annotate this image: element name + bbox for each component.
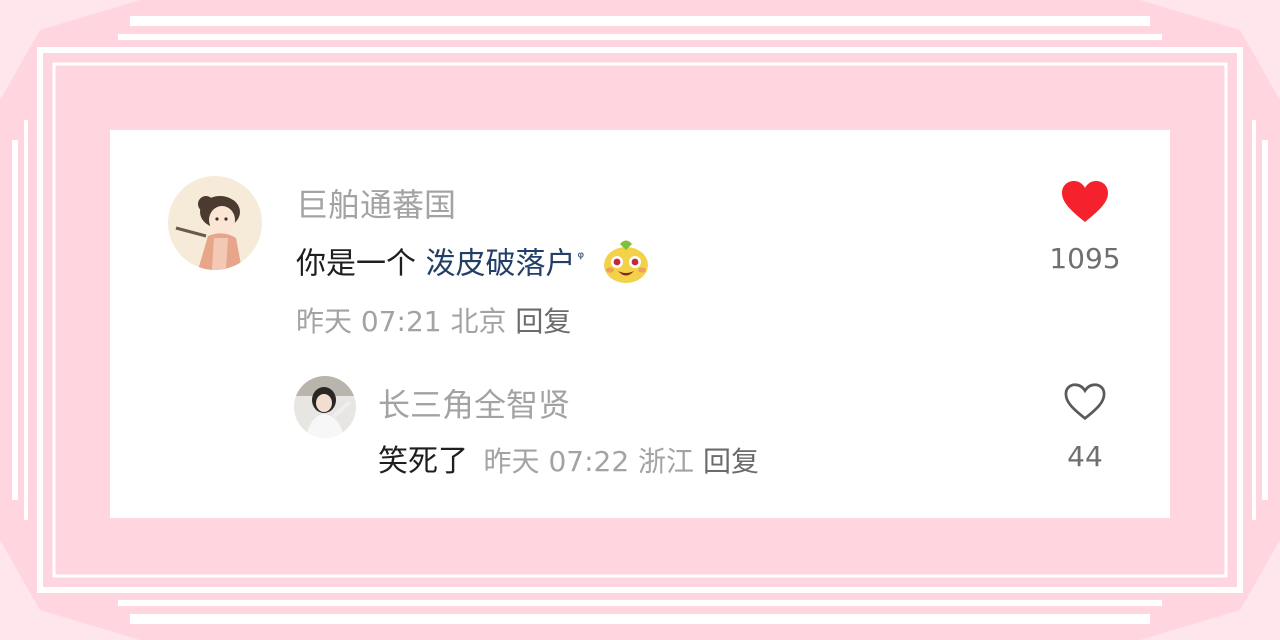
like-button[interactable] [1060,180,1110,224]
search-link[interactable]: 泼皮破落户 [426,247,576,282]
reply-like-button[interactable] [1062,382,1108,422]
filled-heart-icon [1062,181,1108,222]
reply-meta: 昨天 07:22 浙江 回复 [484,445,759,478]
comment-card: 巨舶通蕃国 你是一个 泼皮破落户 ᵠ 昨天 07:21 北京 回复 1095 长… [110,130,1170,518]
search-icon[interactable]: ᵠ [578,248,585,267]
reply-reply-button[interactable]: 回复 [703,445,759,478]
reply-text: 笑死了 [378,444,468,479]
reply-like-count: 44 [1067,440,1103,473]
avatar[interactable] [168,176,262,270]
comment-text-prefix: 你是一个 [296,246,426,282]
like-count: 1095 [1049,242,1121,275]
comment-text: 你是一个 泼皮破落户 ᵠ [296,238,650,292]
reply-avatar[interactable] [294,376,356,438]
reply-line: 笑死了 昨天 07:22 浙江 回复 [378,436,759,480]
reply-button[interactable]: 回复 [515,305,571,338]
username[interactable]: 巨舶通蕃国 [296,180,456,226]
reply-timestamp: 昨天 07:22 [483,445,630,478]
timestamp: 昨天 07:21 [296,305,442,338]
outline-heart-icon [1064,383,1106,421]
laughing-face-emoji [602,238,650,292]
comment-meta: 昨天 07:21 北京 回复 [296,300,571,340]
location: 北京 [450,305,507,338]
reply-location: 浙江 [638,445,695,478]
reply-username[interactable]: 长三角全智贤 [378,380,570,426]
